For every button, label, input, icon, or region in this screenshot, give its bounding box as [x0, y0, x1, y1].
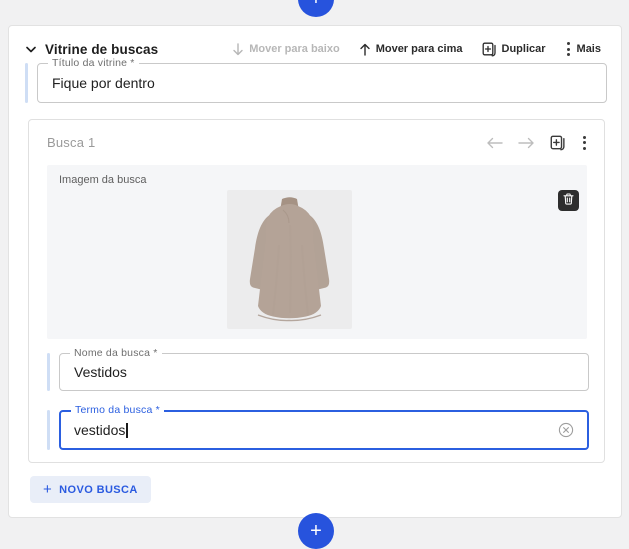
chevron-down-icon[interactable]	[26, 44, 36, 54]
arrow-up-icon	[359, 43, 371, 56]
add-section-top-button[interactable]: +	[298, 0, 334, 17]
busca-title: Busca 1	[47, 135, 95, 150]
clear-input-button[interactable]	[558, 422, 574, 438]
duplicate-button[interactable]: Duplicar	[482, 42, 546, 57]
arrow-right-icon[interactable]	[518, 137, 535, 149]
add-section-bottom-button[interactable]: +	[298, 513, 334, 549]
section-toolbar: Mover para baixo Mover para cima Duplica…	[232, 40, 601, 58]
arrow-left-icon[interactable]	[486, 137, 503, 149]
arrow-down-icon	[232, 43, 244, 56]
duplicate-busca-icon[interactable]	[550, 135, 566, 151]
termo-busca-input[interactable]: Termo da busca * vestidos	[59, 410, 589, 450]
termo-field-row: Termo da busca * vestidos	[47, 410, 589, 450]
busca-item-card: Busca 1 Imagem da busca	[28, 119, 605, 463]
termo-busca-label: Termo da busca *	[71, 404, 164, 416]
novo-busca-label: NOVO BUSCA	[59, 484, 138, 496]
busca-kebab-menu-icon[interactable]	[581, 134, 588, 152]
titulo-field-row: Título da vitrine * Fique por dentro	[25, 63, 607, 103]
busca-product-image	[227, 190, 352, 329]
text-cursor	[126, 423, 128, 438]
plus-icon: +	[310, 0, 322, 11]
plus-icon: +	[310, 520, 322, 543]
busca-image-label: Imagem da busca	[59, 174, 146, 186]
nome-busca-value: Vestidos	[74, 364, 127, 380]
termo-busca-value: vestidos	[74, 422, 125, 438]
delete-image-button[interactable]	[558, 190, 579, 211]
field-accent-bar	[47, 410, 50, 450]
vitrine-section-card: Vitrine de buscas Mover para baixo Mover…	[8, 25, 622, 518]
section-title: Vitrine de buscas	[45, 42, 158, 57]
titulo-vitrine-value: Fique por dentro	[52, 75, 155, 91]
busca-image-section: Imagem da busca	[47, 165, 587, 339]
move-up-button[interactable]: Mover para cima	[359, 43, 463, 56]
nome-busca-label: Nome da busca *	[70, 347, 162, 359]
field-accent-bar	[47, 353, 50, 391]
trash-icon	[563, 192, 574, 210]
nome-field-row: Nome da busca * Vestidos	[47, 353, 589, 391]
duplicate-icon	[482, 42, 497, 57]
titulo-vitrine-input[interactable]: Título da vitrine * Fique por dentro	[37, 63, 607, 103]
busca-toolbar	[486, 134, 588, 152]
move-down-button[interactable]: Mover para baixo	[232, 43, 339, 56]
more-button[interactable]: Mais	[565, 40, 601, 58]
novo-busca-button[interactable]: + NOVO BUSCA	[30, 476, 151, 503]
nome-busca-input[interactable]: Nome da busca * Vestidos	[59, 353, 589, 391]
busca-header: Busca 1	[29, 120, 604, 165]
field-accent-bar	[25, 63, 28, 103]
plus-icon: +	[43, 482, 52, 497]
kebab-menu-icon	[565, 40, 572, 58]
titulo-vitrine-label: Título da vitrine *	[48, 57, 139, 69]
